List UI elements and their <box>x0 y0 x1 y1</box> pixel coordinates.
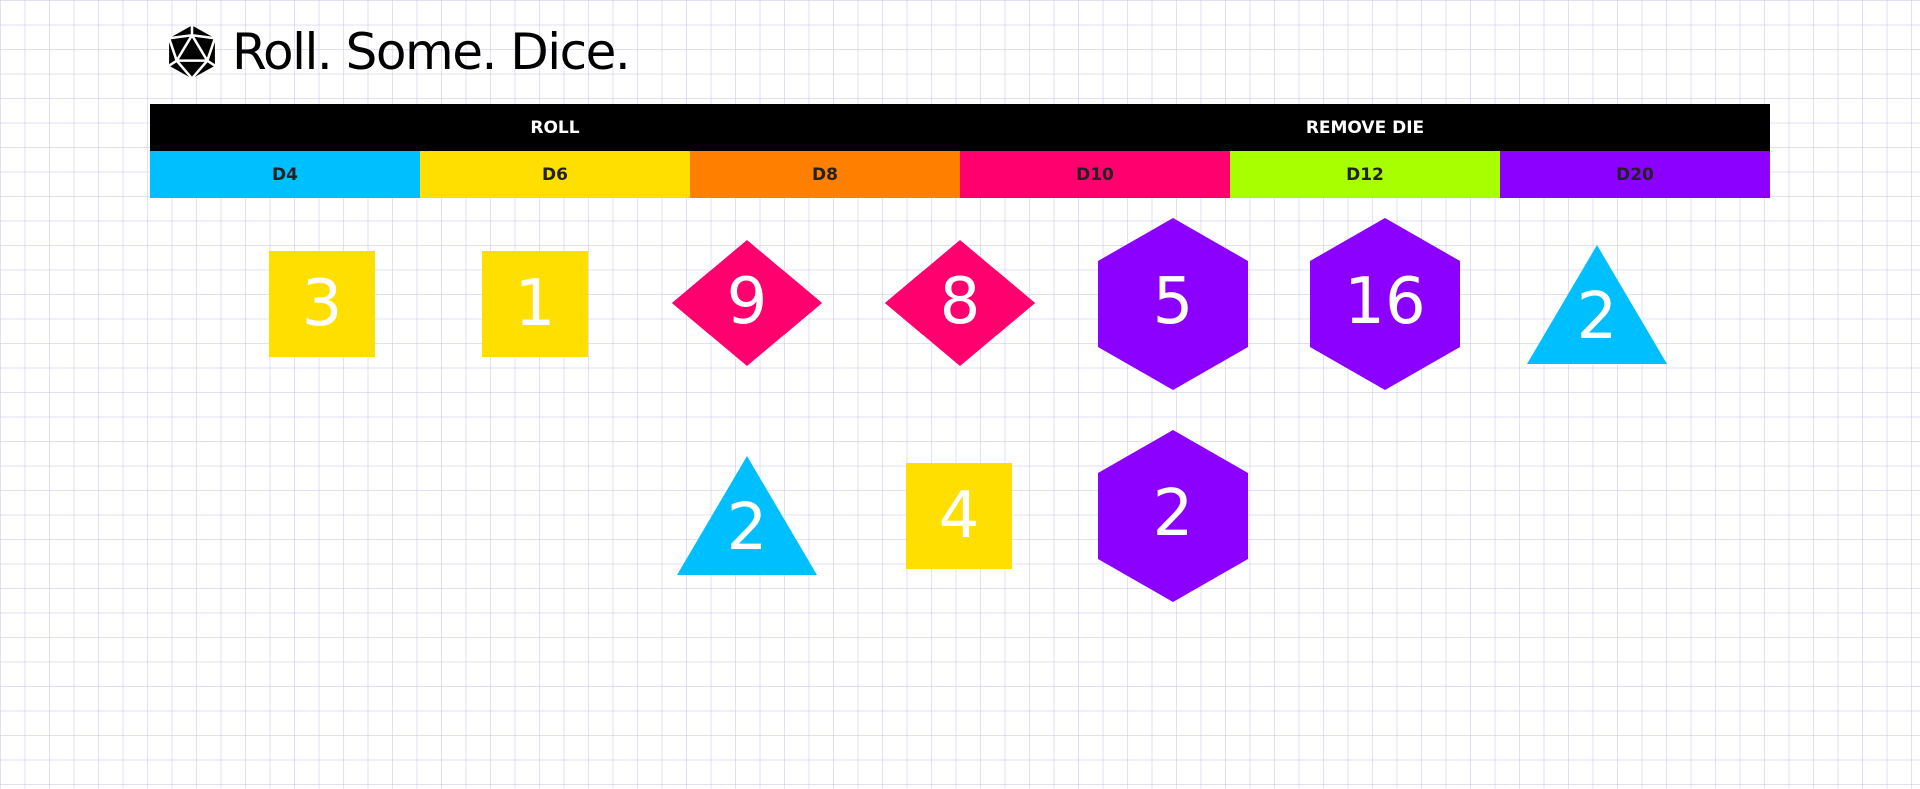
die-value: 2 <box>1152 477 1194 551</box>
d6-die[interactable]: 3 <box>269 251 375 357</box>
remove-die-button[interactable]: REMOVE DIE <box>960 104 1770 151</box>
dice-type-bar: D4 D6 D8 D10 D12 D20 <box>150 151 1770 198</box>
die-value: 2 <box>1576 280 1618 354</box>
d6-die[interactable]: 4 <box>906 463 1012 569</box>
d10-die[interactable]: 9 <box>672 240 822 366</box>
die-value: 16 <box>1344 265 1426 339</box>
app-title: Roll. Some. Dice. <box>232 23 631 81</box>
die-value: 4 <box>938 479 980 553</box>
app-header: Roll. Some. Dice. <box>166 22 631 82</box>
controls-panel: ROLL REMOVE DIE D4 D6 D8 D10 D12 D20 <box>150 104 1770 198</box>
add-d20-button[interactable]: D20 <box>1500 151 1770 198</box>
d4-die[interactable]: 2 <box>677 456 817 575</box>
d20-die[interactable]: 5 <box>1098 218 1248 390</box>
die-value: 3 <box>301 267 343 341</box>
d20-die[interactable]: 2 <box>1098 430 1248 602</box>
d4-die[interactable]: 2 <box>1527 245 1667 364</box>
d20-icon <box>167 25 217 80</box>
die-value: 8 <box>939 265 981 339</box>
action-bar: ROLL REMOVE DIE <box>150 104 1770 151</box>
d10-die[interactable]: 8 <box>885 240 1035 366</box>
die-value: 9 <box>726 265 768 339</box>
die-value: 1 <box>514 267 556 341</box>
d6-die[interactable]: 1 <box>482 251 588 357</box>
roll-button[interactable]: ROLL <box>150 104 960 151</box>
d20-die[interactable]: 16 <box>1310 218 1460 390</box>
add-d10-button[interactable]: D10 <box>960 151 1230 198</box>
add-d4-button[interactable]: D4 <box>150 151 420 198</box>
die-value: 5 <box>1152 265 1194 339</box>
add-d12-button[interactable]: D12 <box>1230 151 1500 198</box>
add-d6-button[interactable]: D6 <box>420 151 690 198</box>
die-value: 2 <box>726 491 768 565</box>
add-d8-button[interactable]: D8 <box>690 151 960 198</box>
